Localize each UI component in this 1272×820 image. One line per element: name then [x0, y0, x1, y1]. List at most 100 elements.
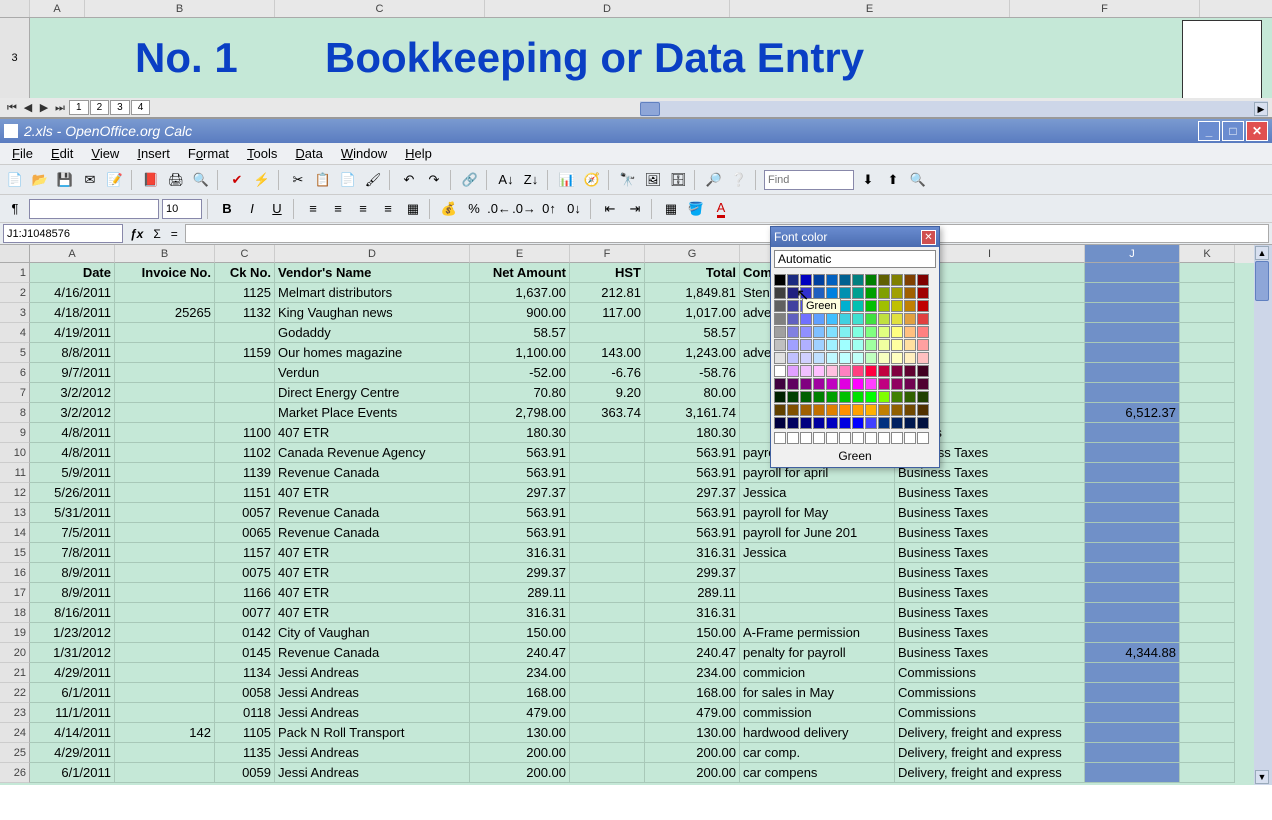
cell[interactable] — [570, 503, 645, 523]
tab-2[interactable]: 2 — [90, 100, 110, 115]
cell[interactable]: 6,512.37 — [1085, 403, 1180, 423]
cell[interactable]: 316.31 — [645, 543, 740, 563]
row-header[interactable]: 10 — [0, 443, 30, 463]
color-swatch[interactable] — [878, 417, 890, 429]
color-swatch[interactable] — [891, 352, 903, 364]
cell[interactable]: 4/29/2011 — [30, 663, 115, 683]
row-header[interactable]: 19 — [0, 623, 30, 643]
color-swatch[interactable] — [917, 339, 929, 351]
cell[interactable]: 143.00 — [570, 343, 645, 363]
cell[interactable] — [215, 363, 275, 383]
color-swatch[interactable] — [839, 417, 851, 429]
custom-slot[interactable] — [787, 432, 799, 444]
cell[interactable]: 407 ETR — [275, 483, 470, 503]
sort-desc-icon[interactable]: Z↓ — [520, 169, 542, 191]
align-justify-icon[interactable]: ≡ — [377, 198, 399, 220]
cell[interactable] — [1180, 303, 1235, 323]
cell[interactable]: 1105 — [215, 723, 275, 743]
color-swatch[interactable] — [826, 352, 838, 364]
color-swatch[interactable] — [878, 352, 890, 364]
cell[interactable] — [1180, 723, 1235, 743]
cell[interactable] — [1085, 683, 1180, 703]
cell[interactable] — [1180, 423, 1235, 443]
bold-button[interactable]: B — [216, 198, 238, 220]
cell[interactable] — [215, 383, 275, 403]
cell[interactable] — [1085, 543, 1180, 563]
cell[interactable] — [1085, 563, 1180, 583]
cell[interactable]: 297.37 — [645, 483, 740, 503]
cell[interactable]: 563.91 — [470, 463, 570, 483]
color-swatch[interactable] — [813, 326, 825, 338]
cell[interactable] — [115, 623, 215, 643]
print-icon[interactable]: 🖨 — [165, 169, 187, 191]
color-swatch[interactable] — [774, 391, 786, 403]
color-swatch[interactable] — [865, 391, 877, 403]
sum-button[interactable]: Σ — [150, 227, 163, 241]
cell[interactable]: 0077 — [215, 603, 275, 623]
cell[interactable]: 4/8/2011 — [30, 423, 115, 443]
number2-icon[interactable]: 0↓ — [563, 198, 585, 220]
cell[interactable]: Business Taxes — [895, 563, 1085, 583]
cell[interactable]: Jessi Andreas — [275, 683, 470, 703]
color-swatch[interactable] — [800, 378, 812, 390]
color-swatch[interactable] — [787, 391, 799, 403]
email-icon[interactable]: ✉ — [79, 169, 101, 191]
cell[interactable]: 8/16/2011 — [30, 603, 115, 623]
cell[interactable]: Direct Energy Centre — [275, 383, 470, 403]
cell[interactable]: 150.00 — [645, 623, 740, 643]
cell[interactable] — [115, 663, 215, 683]
menu-file[interactable]: File — [6, 145, 39, 162]
menu-tools[interactable]: Tools — [241, 145, 283, 162]
cell[interactable]: 240.47 — [645, 643, 740, 663]
zoom-icon[interactable]: 🔎 — [703, 169, 725, 191]
tab-4[interactable]: 4 — [131, 100, 151, 115]
cell[interactable]: -6.76 — [570, 363, 645, 383]
cell[interactable]: 5/9/2011 — [30, 463, 115, 483]
color-swatch[interactable] — [891, 391, 903, 403]
cell[interactable]: Jessi Andreas — [275, 703, 470, 723]
custom-slot[interactable] — [878, 432, 890, 444]
cell[interactable] — [1085, 723, 1180, 743]
cell[interactable] — [1085, 743, 1180, 763]
cell[interactable]: payroll for June 201 — [740, 523, 895, 543]
cell[interactable] — [570, 583, 645, 603]
color-swatch[interactable] — [891, 365, 903, 377]
color-swatch[interactable] — [865, 365, 877, 377]
cell[interactable] — [1180, 343, 1235, 363]
color-swatch[interactable] — [865, 274, 877, 286]
color-swatch[interactable] — [774, 300, 786, 312]
color-swatch[interactable] — [787, 378, 799, 390]
color-swatch[interactable] — [852, 378, 864, 390]
cell[interactable]: 234.00 — [470, 663, 570, 683]
align-center-icon[interactable]: ≡ — [327, 198, 349, 220]
cell[interactable] — [570, 763, 645, 783]
row-header[interactable]: 1 — [0, 263, 30, 283]
cell[interactable]: Jessi Andreas — [275, 743, 470, 763]
col-header-B[interactable]: B — [115, 245, 215, 263]
currency-icon[interactable]: 💰 — [438, 198, 460, 220]
cell[interactable] — [1085, 483, 1180, 503]
cell[interactable] — [570, 563, 645, 583]
color-swatch[interactable] — [891, 300, 903, 312]
color-swatch[interactable] — [904, 287, 916, 299]
underline-button[interactable]: U — [266, 198, 288, 220]
col-header-E[interactable]: E — [470, 245, 570, 263]
close-button[interactable]: ✕ — [1246, 121, 1268, 141]
cell[interactable]: Canada Revenue Agency — [275, 443, 470, 463]
row-header[interactable]: 12 — [0, 483, 30, 503]
color-swatch[interactable] — [826, 313, 838, 325]
cell[interactable]: 407 ETR — [275, 563, 470, 583]
row-header[interactable]: 24 — [0, 723, 30, 743]
color-swatch[interactable] — [865, 352, 877, 364]
cell[interactable] — [1085, 703, 1180, 723]
cell[interactable] — [115, 343, 215, 363]
cell[interactable]: 168.00 — [645, 683, 740, 703]
color-swatch[interactable] — [917, 391, 929, 403]
cell[interactable]: 563.91 — [470, 503, 570, 523]
cell[interactable]: Business Taxes — [895, 483, 1085, 503]
cell[interactable] — [570, 723, 645, 743]
cell[interactable]: 4,344.88 — [1085, 643, 1180, 663]
cell[interactable] — [1085, 763, 1180, 783]
color-swatch[interactable] — [878, 391, 890, 403]
color-swatch[interactable] — [917, 352, 929, 364]
